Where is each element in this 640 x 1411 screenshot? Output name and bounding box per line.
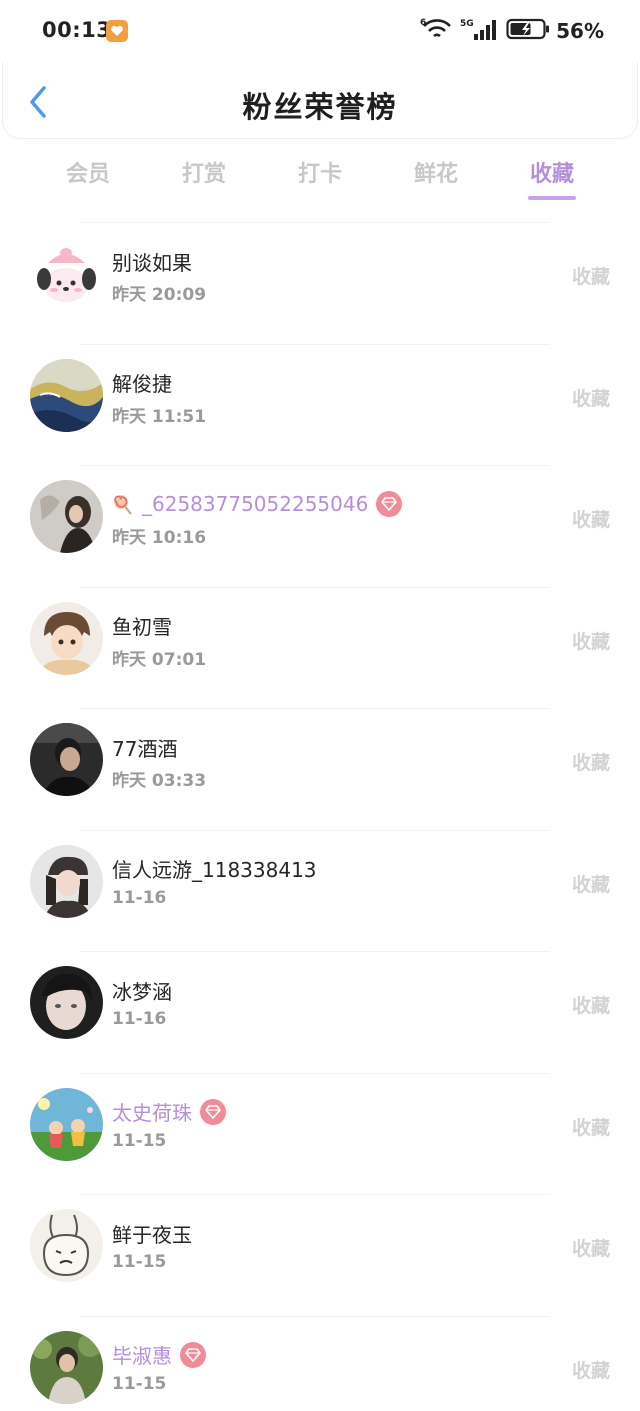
list-item[interactable]: 太史荷珠 11-15 收藏 (0, 1072, 640, 1195)
svg-text:5G: 5G (460, 19, 474, 29)
list-item[interactable]: 信人远游_118338413 11-16 收藏 (0, 829, 640, 952)
fan-name: 解俊捷 (112, 372, 172, 396)
diamond-badge-icon (376, 491, 403, 517)
fan-time: 昨天 03:33 (112, 771, 207, 791)
divider (80, 222, 550, 223)
avatar[interactable] (30, 237, 103, 310)
name-line: 毕淑惠 (112, 1340, 206, 1370)
divider (80, 1072, 550, 1074)
fan-time: 昨天 10:16 (112, 528, 207, 548)
tab-flowers[interactable]: 鲜花 (378, 150, 494, 206)
avatar[interactable] (30, 1209, 103, 1282)
action-label: 收藏 (571, 1116, 610, 1139)
battery-icon (506, 17, 550, 45)
action-label: 收藏 (571, 995, 610, 1017)
avatar[interactable] (30, 966, 103, 1039)
divider (80, 951, 550, 952)
tab-label: 打赏 (181, 162, 226, 187)
avatar[interactable] (30, 1330, 103, 1404)
fan-time: 昨天 20:09 (112, 285, 207, 305)
page-title: 粉丝荣誉榜 (242, 90, 398, 124)
fan-time: 昨天 07:01 (112, 649, 207, 670)
tab-label: 打卡 (297, 162, 342, 187)
fan-time: 11-16 (112, 1009, 167, 1029)
diamond-badge-icon (180, 1341, 206, 1368)
divider (80, 708, 550, 709)
fan-time: 11-15 (112, 1252, 167, 1272)
tab-label: 鲜花 (413, 162, 458, 187)
avatar[interactable] (30, 1087, 103, 1161)
list-item[interactable]: 解俊捷 昨天 11:51 收藏 (0, 343, 640, 466)
list-item[interactable]: 鱼初雪 昨天 07:01 收藏 (0, 586, 640, 709)
list-item[interactable]: 鲜于夜玉 11-15 收藏 (0, 1194, 640, 1316)
battery-percentage: 56% (556, 19, 604, 43)
status-indicators: 6 5G 56% (420, 17, 604, 45)
cellular-signal-icon: 5G (460, 17, 500, 45)
fan-time: 11-15 (112, 1373, 167, 1394)
tab-members[interactable]: 会员 (30, 150, 146, 206)
divider (80, 586, 550, 588)
svg-text:6: 6 (420, 18, 426, 28)
action-label: 收藏 (571, 1238, 610, 1260)
app-notification-icon (106, 20, 128, 42)
status-bar: 00:13 6 5G 56% (0, 0, 640, 62)
fan-name: 信人远游_118338413 (112, 858, 317, 882)
active-tab-indicator (528, 196, 576, 200)
name-line: 解俊捷 (112, 368, 172, 398)
avatar[interactable] (30, 601, 103, 675)
name-line: 冰梦涵 (112, 975, 172, 1005)
diamond-badge-icon (200, 1098, 226, 1125)
divider (80, 465, 550, 466)
action-label: 收藏 (571, 630, 610, 653)
fan-time: 11-15 (112, 1130, 167, 1151)
avatar[interactable] (30, 480, 103, 553)
action-label: 收藏 (571, 752, 610, 774)
name-line: _62583775052255046 (112, 489, 403, 519)
action-label: 收藏 (571, 266, 610, 288)
fan-time: 11-16 (112, 887, 167, 908)
fan-name: 77酒酒 (112, 736, 178, 761)
fan-name: 毕淑惠 (112, 1344, 172, 1368)
avatar[interactable] (30, 358, 103, 432)
fan-name: 冰梦涵 (112, 979, 172, 1004)
lollipop-icon (112, 493, 134, 515)
name-line: 鲜于夜玉 (112, 1218, 192, 1248)
list-item[interactable]: _62583775052255046 昨天 10:16 收藏 (0, 465, 640, 587)
list-item[interactable]: 毕淑惠 11-15 收藏 (0, 1315, 640, 1411)
fan-name: 太史荷珠 (112, 1101, 192, 1125)
list-item[interactable]: 别谈如果 昨天 20:09 收藏 (0, 222, 640, 344)
tab-favorites[interactable]: 收藏 (494, 150, 610, 206)
fan-name: 鲜于夜玉 (112, 1222, 192, 1247)
list-item[interactable]: 77酒酒 昨天 03:33 收藏 (0, 708, 640, 830)
name-line: 77酒酒 (112, 732, 177, 762)
avatar[interactable] (30, 844, 103, 918)
tab-label: 会员 (65, 162, 110, 187)
tab-checkin[interactable]: 打卡 (262, 150, 378, 206)
tab-label: 收藏 (529, 162, 574, 187)
header: 粉丝荣誉榜 (2, 62, 638, 139)
fan-name: _62583775052255046 (142, 492, 369, 516)
divider (80, 343, 550, 345)
wifi-icon: 6 (420, 17, 454, 45)
name-line: 别谈如果 (112, 246, 192, 276)
avatar[interactable] (30, 723, 103, 796)
name-line: 太史荷珠 (112, 1097, 226, 1127)
status-time: 00:13 (42, 18, 112, 42)
divider (80, 1315, 550, 1317)
name-line: 鱼初雪 (112, 611, 172, 641)
action-label: 收藏 (571, 1359, 610, 1382)
fan-name: 别谈如果 (112, 250, 192, 275)
list-item[interactable]: 冰梦涵 11-16 收藏 (0, 951, 640, 1073)
name-line: 信人远游_118338413 (112, 854, 317, 884)
fan-list: 别谈如果 昨天 20:09 收藏 解俊捷 昨天 11:51 收藏 _625837… (0, 222, 640, 1411)
action-label: 收藏 (571, 509, 610, 531)
fan-time: 昨天 11:51 (112, 406, 207, 427)
divider (80, 829, 550, 831)
action-label: 收藏 (571, 387, 610, 410)
fan-name: 鱼初雪 (112, 615, 172, 639)
divider (80, 1194, 550, 1195)
tab-tips[interactable]: 打赏 (146, 150, 262, 206)
action-label: 收藏 (571, 873, 610, 896)
tab-bar: 会员 打赏 打卡 鲜花 收藏 (30, 150, 610, 206)
